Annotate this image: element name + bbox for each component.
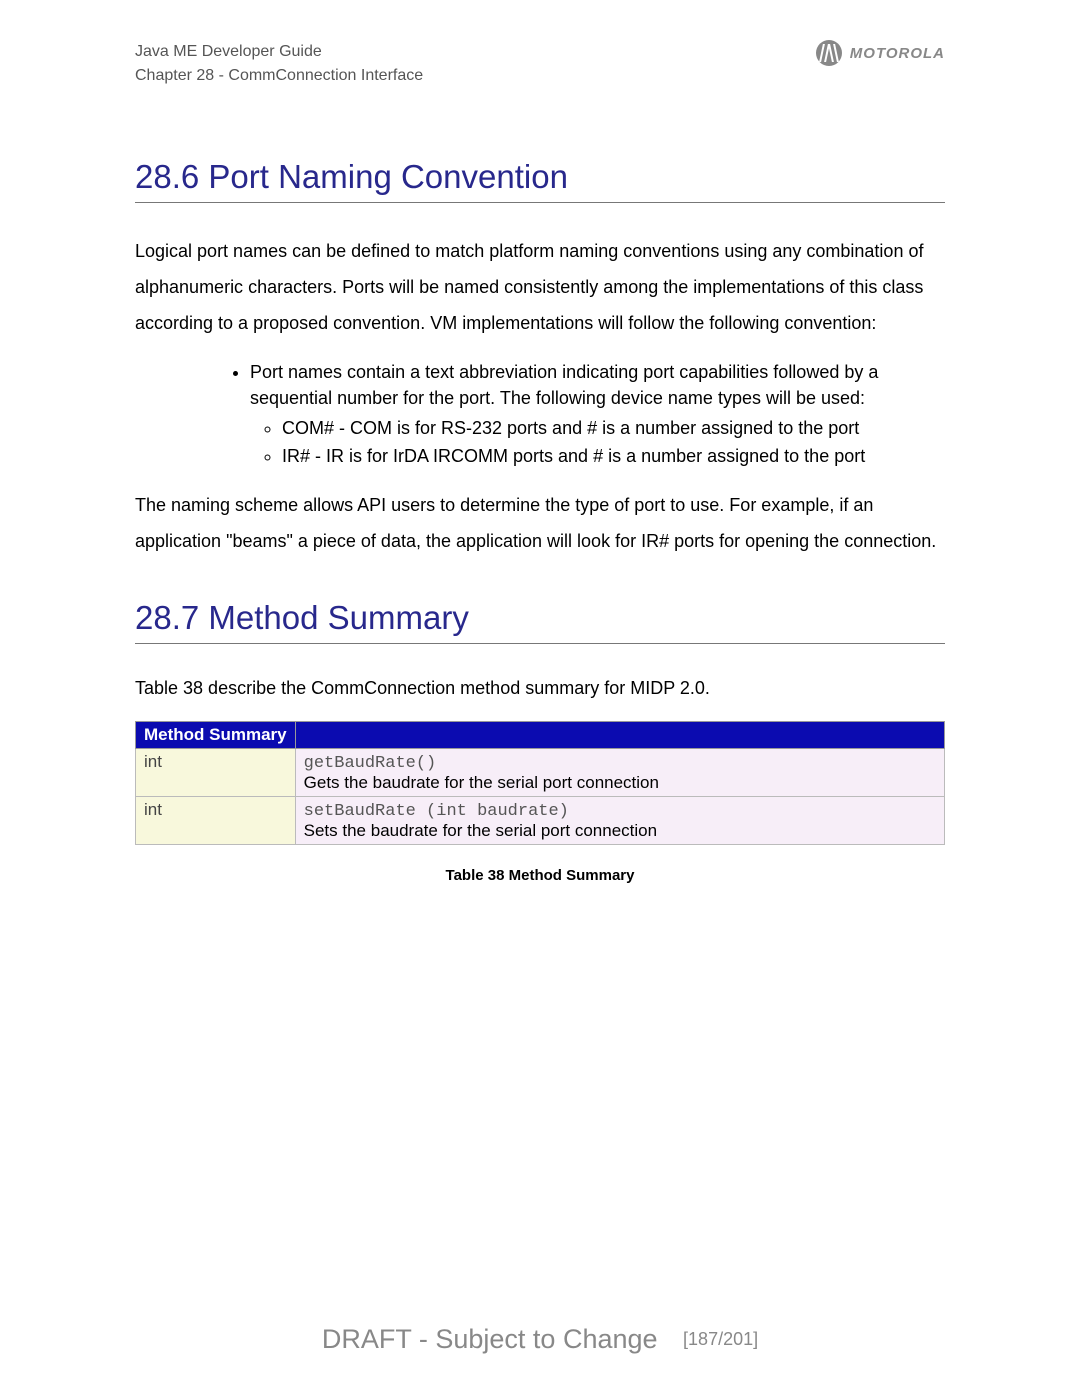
method-signature: setBaudRate (int baudrate) [304,802,569,821]
body-paragraph: The naming scheme allows API users to de… [135,487,945,559]
page-number: [187/201] [683,1329,758,1349]
motorola-icon [816,40,842,66]
method-cell: getBaudRate() Gets the baudrate for the … [295,749,944,797]
header-text: Java ME Developer Guide Chapter 28 - Com… [135,40,423,88]
list-item: IR# - IR is for IrDA IRCOMM ports and # … [282,443,935,469]
table-row: int setBaudRate (int baudrate) Sets the … [136,797,945,845]
method-description: Gets the baudrate for the serial port co… [304,773,659,792]
table-intro: Table 38 describe the CommConnection met… [135,674,945,703]
page-header: Java ME Developer Guide Chapter 28 - Com… [135,40,945,88]
table-caption: Table 38 Method Summary [135,867,945,884]
bullet-list: Port names contain a text abbreviation i… [135,359,945,469]
bullet-text: Port names contain a text abbreviation i… [250,362,878,408]
return-type-cell: int [136,797,296,845]
sub-bullet-list: COM# - COM is for RS-232 ports and # is … [250,415,935,469]
return-type-cell: int [136,749,296,797]
table-header-cell [295,722,944,749]
brand-logo: MOTOROLA [816,40,945,66]
page-footer: DRAFT - Subject to Change [187/201] [0,1324,1080,1355]
method-cell: setBaudRate (int baudrate) Sets the baud… [295,797,944,845]
list-item: COM# - COM is for RS-232 ports and # is … [282,415,935,441]
method-summary-table: Method Summary int getBaudRate() Gets th… [135,721,945,845]
chapter-title: Chapter 28 - CommConnection Interface [135,64,423,88]
table-header-row: Method Summary [136,722,945,749]
draft-status: DRAFT - Subject to Change [322,1324,658,1354]
body-paragraph: Logical port names can be defined to mat… [135,233,945,341]
guide-title: Java ME Developer Guide [135,40,423,64]
brand-name: MOTOROLA [850,45,945,62]
list-item: Port names contain a text abbreviation i… [250,359,945,469]
method-signature: getBaudRate() [304,754,437,773]
method-description: Sets the baudrate for the serial port co… [304,821,657,840]
section-heading-port-naming: 28.6 Port Naming Convention [135,158,945,203]
table-header-cell: Method Summary [136,722,296,749]
section-heading-method-summary: 28.7 Method Summary [135,599,945,644]
table-row: int getBaudRate() Gets the baudrate for … [136,749,945,797]
